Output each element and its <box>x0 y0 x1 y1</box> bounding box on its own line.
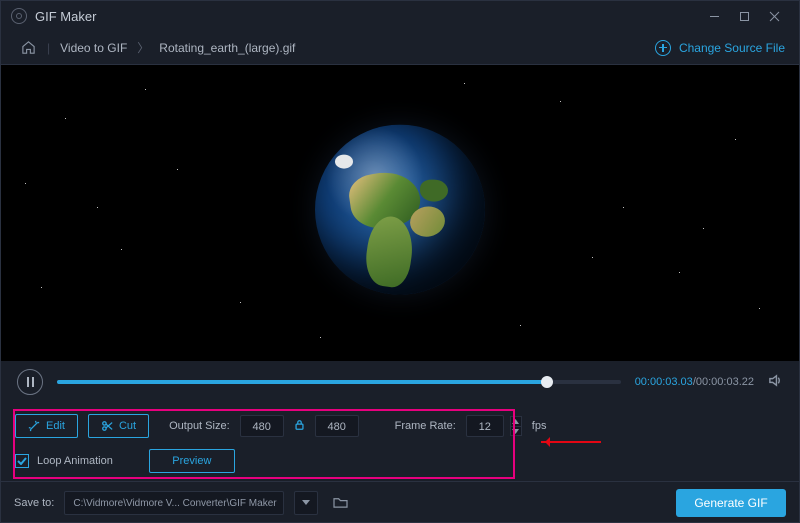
check-icon <box>17 457 27 465</box>
seek-thumb[interactable] <box>541 376 553 388</box>
stepper-down[interactable] <box>510 426 522 436</box>
save-path-dropdown[interactable] <box>294 491 318 515</box>
home-button[interactable] <box>15 35 41 61</box>
fps-suffix: fps <box>532 420 547 432</box>
seek-slider[interactable] <box>57 380 621 384</box>
plus-circle-icon <box>655 40 671 56</box>
total-time: 00:00:03.22 <box>696 376 754 388</box>
titlebar: GIF Maker <box>1 1 799 31</box>
output-width-input[interactable]: 480 <box>240 415 284 437</box>
wand-icon <box>28 420 40 432</box>
chevron-right-icon: 〉 <box>137 39 149 56</box>
pause-icon <box>27 377 34 387</box>
change-source-label: Change Source File <box>679 41 785 55</box>
playback-bar: 00:00:03.03/00:00:03.22 <box>1 361 799 403</box>
current-time: 00:00:03.03 <box>635 376 693 388</box>
minimize-button[interactable] <box>699 2 729 30</box>
edit-button[interactable]: Edit <box>15 414 78 438</box>
edit-label: Edit <box>46 420 65 432</box>
preview-button[interactable]: Preview <box>149 449 235 473</box>
generate-gif-button[interactable]: Generate GIF <box>676 489 786 517</box>
breadcrumb-bar: | Video to GIF 〉 Rotating_earth_(large).… <box>1 31 799 65</box>
footer-bar: Save to: C:\Vidmore\Vidmore V... Convert… <box>0 481 800 523</box>
frame-rate-input[interactable]: 12 <box>466 415 504 437</box>
app-title: GIF Maker <box>35 9 96 24</box>
cut-button[interactable]: Cut <box>88 414 149 438</box>
open-folder-button[interactable] <box>328 491 352 515</box>
volume-button[interactable] <box>768 373 783 391</box>
seek-progress <box>57 380 547 384</box>
maximize-button[interactable] <box>729 2 759 30</box>
output-size-label: Output Size: <box>169 420 230 432</box>
video-preview <box>1 65 799 361</box>
output-height-input[interactable]: 480 <box>315 415 359 437</box>
close-button[interactable] <box>759 2 789 30</box>
stepper-up[interactable] <box>510 416 522 426</box>
save-to-label: Save to: <box>14 497 54 509</box>
frame-rate-label: Frame Rate: <box>395 420 456 432</box>
settings-panel: Edit Cut Output Size: 480 480 Frame Rate… <box>1 403 799 483</box>
generate-label: Generate GIF <box>694 496 767 510</box>
app-logo-icon <box>11 8 27 24</box>
frame-rate-stepper[interactable] <box>510 416 522 436</box>
annotation-arrow <box>541 441 601 443</box>
preview-label: Preview <box>172 455 211 467</box>
breadcrumb-video-to-gif[interactable]: Video to GIF <box>60 41 127 55</box>
lock-aspect-button[interactable] <box>294 419 305 434</box>
time-display: 00:00:03.03/00:00:03.22 <box>635 376 754 388</box>
save-path-input[interactable]: C:\Vidmore\Vidmore V... Converter\GIF Ma… <box>64 491 284 515</box>
earth-graphic <box>315 125 485 295</box>
loop-animation-label: Loop Animation <box>37 455 113 467</box>
scissors-icon <box>101 420 113 432</box>
loop-animation-checkbox[interactable] <box>15 454 29 468</box>
cut-label: Cut <box>119 420 136 432</box>
breadcrumb-filename: Rotating_earth_(large).gif <box>159 41 295 55</box>
play-pause-button[interactable] <box>17 369 43 395</box>
change-source-file-button[interactable]: Change Source File <box>655 40 785 56</box>
